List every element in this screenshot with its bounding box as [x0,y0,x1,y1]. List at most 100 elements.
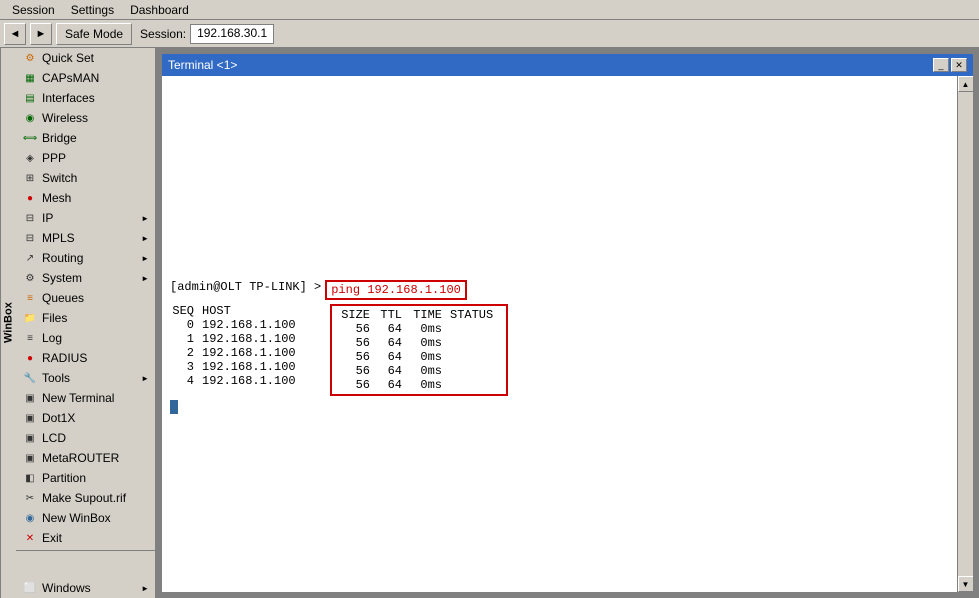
seq-cell: 1 [170,332,194,346]
sidebar-item-exit[interactable]: ✕Exit [16,528,155,548]
sidebar-item-lcd[interactable]: ▣LCD [16,428,155,448]
bridge-icon: ⟺ [22,130,38,146]
metarouter-label: MetaROUTER [42,451,119,465]
system-icon: ⚙ [22,270,38,286]
lcd-label: LCD [42,431,66,445]
back-button[interactable]: ◄ [4,23,26,45]
sidebar-item-partition[interactable]: ◧Partition [16,468,155,488]
metarouter-icon: ▣ [22,450,38,466]
scroll-down-btn[interactable]: ▼ [958,576,974,592]
wireless-icon: ◉ [22,110,38,126]
capsman-label: CAPsMAN [42,71,99,85]
tools-arrow: ► [141,374,149,383]
toolbar: ◄ ► Safe Mode Session: 192.168.30.1 [0,20,979,48]
mpls-arrow: ► [141,234,149,243]
ttl-cell: 64 [378,378,402,392]
sidebar-item-new-winbox[interactable]: ◉New WinBox [16,508,155,528]
sidebar-item-ppp[interactable]: ◈PPP [16,148,155,168]
mesh-label: Mesh [42,191,71,205]
sidebar-item-log[interactable]: ≡Log [16,328,155,348]
files-label: Files [42,311,67,325]
sidebar-item-mpls[interactable]: ⊟MPLS► [16,228,155,248]
host-cell: 192.168.1.100 [202,346,322,360]
routing-label: Routing [42,251,83,265]
sidebar-separator [16,550,155,551]
session-value: 192.168.30.1 [190,24,274,44]
new-terminal-label: New Terminal [42,391,114,405]
sidebar-item-capsman[interactable]: ▦CAPsMAN [16,68,155,88]
interfaces-label: Interfaces [42,91,95,105]
status-cell [450,378,500,392]
sidebar-item-make-supout[interactable]: ✂Make Supout.rif [16,488,155,508]
switch-label: Switch [42,171,77,185]
routing-icon: ↗ [22,250,38,266]
sidebar-item-system[interactable]: ⚙ System ► [16,268,155,288]
safe-mode-button[interactable]: Safe Mode [56,23,132,45]
col-seq-header: SEQ [170,304,194,318]
menubar: Session Settings Dashboard [0,0,979,20]
tools-label: Tools [42,371,70,385]
ttl-cell: 64 [378,322,402,336]
seq-cell: 4 [170,374,194,388]
seq-host-table: SEQ HOST 0192.168.1.1001192.168.1.100219… [170,304,322,396]
content-area: Terminal <1> _ ✕ [admin@OLT TP-LINK] > p… [156,48,979,598]
system-arrow: ► [141,274,149,283]
tools-icon: 🔧 [22,370,38,386]
system-label: System [42,271,82,285]
winbox-tab[interactable]: WinBox [0,48,16,598]
menu-dashboard[interactable]: Dashboard [122,1,197,19]
sidebar-item-dot1x[interactable]: ▣Dot1X [16,408,155,428]
menu-settings[interactable]: Settings [63,1,122,19]
terminal-content[interactable]: [admin@OLT TP-LINK] > ping 192.168.1.100… [162,76,957,592]
sidebar-item-metarouter[interactable]: ▣ MetaROUTER [16,448,155,468]
table-row: 56640ms [338,350,500,364]
sidebar-item-quick-set[interactable]: ⚙ Quick Set [16,48,155,68]
ppp-label: PPP [42,151,66,165]
host-cell: 192.168.1.100 [202,318,322,332]
size-cell: 56 [338,364,370,378]
bridge-label: Bridge [42,131,77,145]
host-cell: 192.168.1.100 [202,374,322,388]
seq-cell: 3 [170,360,194,374]
new-terminal-icon: ▣ [22,390,38,406]
sidebar-item-queues[interactable]: ≡Queues [16,288,155,308]
host-cell: 192.168.1.100 [202,332,322,346]
exit-icon: ✕ [22,530,38,546]
sidebar-item-windows[interactable]: ⬜ Windows ► [16,578,155,598]
table-row: 0192.168.1.100 [170,318,322,332]
terminal-body: [admin@OLT TP-LINK] > ping 192.168.1.100… [162,76,973,592]
col-ttl-header: TTL [378,308,402,322]
quick-set-icon: ⚙ [22,50,38,66]
sidebar-item-interfaces[interactable]: ▤Interfaces [16,88,155,108]
session-label: Session: [140,27,186,41]
sidebar-item-ip[interactable]: ⊟IP► [16,208,155,228]
sidebar-item-new-terminal[interactable]: ▣ New Terminal [16,388,155,408]
sidebar-item-routing[interactable]: ↗ Routing ► [16,248,155,268]
sidebar-item-switch[interactable]: ⊞Switch [16,168,155,188]
queues-icon: ≡ [22,290,38,306]
stats-header: SIZE TTL TIME STATUS [338,308,500,322]
prompt-line: [admin@OLT TP-LINK] > ping 192.168.1.100 [170,280,949,300]
status-cell [450,322,500,336]
scrollbar-track [958,92,973,576]
sidebar-item-wireless[interactable]: ◉Wireless [16,108,155,128]
sidebar-item-files[interactable]: 📁Files [16,308,155,328]
terminal-close-btn[interactable]: ✕ [951,58,967,72]
terminal-minimize-btn[interactable]: _ [933,58,949,72]
routing-arrow: ► [141,254,149,263]
time-cell: 0ms [410,322,442,336]
scroll-up-btn[interactable]: ▲ [958,76,974,92]
sidebar-item-bridge[interactable]: ⟺ Bridge [16,128,155,148]
forward-button[interactable]: ► [30,23,52,45]
time-cell: 0ms [410,378,442,392]
time-cell: 0ms [410,336,442,350]
sidebar-item-tools[interactable]: 🔧 Tools ► [16,368,155,388]
sidebar-item-radius[interactable]: ●RADIUS [16,348,155,368]
status-cell [450,350,500,364]
windows-icon: ⬜ [22,580,38,596]
table-row: 1 192.168.1.100 [170,332,322,346]
table-row: 2192.168.1.100 [170,346,322,360]
sidebar-item-mesh[interactable]: ●Mesh [16,188,155,208]
quick-set-label: Quick Set [42,51,94,65]
menu-session[interactable]: Session [4,1,63,19]
